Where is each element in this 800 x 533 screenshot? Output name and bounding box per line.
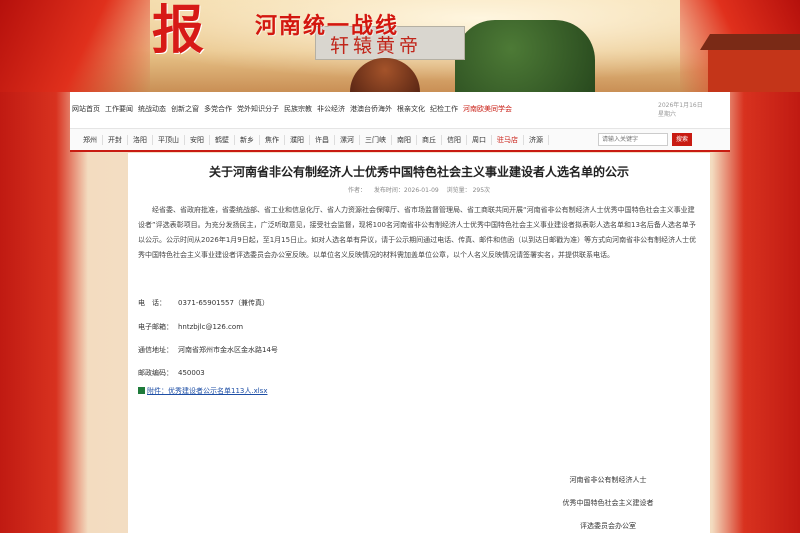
site-banner: 轩辕黄帝 报 河南统一战线	[0, 0, 800, 92]
address-value: 河南省郑州市金水区金水路14号	[178, 346, 278, 354]
date-text: 2026年1月16日	[658, 102, 703, 109]
signature-line: 河南省非公有制经济人士	[569, 476, 647, 484]
main-nav-links: 网站首页 工作要闻 统战动态 创新之窗 多党合作 党外知识分子 民族宗教 非公经…	[72, 104, 512, 114]
zip-value: 450003	[178, 369, 205, 377]
city-link[interactable]: 新乡	[235, 135, 260, 145]
article-panel: 关于河南省非公有制经济人士优秀中国特色社会主义事业建设者人选名单的公示 作者： …	[128, 153, 710, 533]
nav-link[interactable]: 民族宗教	[284, 104, 312, 114]
contact-phone: 电 话： 0371-65901557（兼传真）	[138, 298, 269, 308]
signature-line: 优秀中国特色社会主义建设者	[562, 499, 654, 507]
phone-value: 0371-65901557（兼传真）	[178, 299, 269, 307]
date-display: 2026年1月16日 星期六	[658, 101, 703, 119]
attachment-text: 附件：优秀建设者公示名单113人.xlsx	[147, 387, 268, 395]
city-link[interactable]: 三门峡	[360, 135, 392, 145]
contact-address: 通信地址： 河南省郑州市金水区金水路14号	[138, 345, 278, 355]
city-link[interactable]: 平顶山	[153, 135, 185, 145]
article-date: 发布时间：2026-01-09	[373, 187, 439, 194]
city-nav: 郑州 开封 洛阳 平顶山 安阳 鹤壁 新乡 焦作 濮阳 许昌 漯河 三门峡 南阳…	[70, 129, 730, 152]
palace-hall	[708, 50, 800, 92]
contact-zip: 邮政编码： 450003	[138, 368, 205, 378]
city-link[interactable]: 安阳	[185, 135, 210, 145]
city-link[interactable]: 南阳	[392, 135, 417, 145]
red-flag-left	[0, 0, 150, 92]
city-link[interactable]: 鹤壁	[210, 135, 235, 145]
article-title: 关于河南省非公有制经济人士优秀中国特色社会主义事业建设者人选名单的公示	[208, 165, 629, 179]
signature-line: 评选委员会办公室	[580, 522, 636, 530]
email-label: 电子邮箱：	[138, 323, 173, 331]
banner-big-char: 报	[152, 0, 205, 61]
nav-link[interactable]: 根亲文化	[397, 104, 425, 114]
nav-link[interactable]: 党外知识分子	[237, 104, 279, 114]
city-links: 郑州 开封 洛阳 平顶山 安阳 鹤壁 新乡 焦作 濮阳 许昌 漯河 三门峡 南阳…	[78, 135, 549, 145]
nav-link[interactable]: 多党合作	[204, 104, 232, 114]
article-meta: 作者： 发布时间：2026-01-09 浏览量： 295次	[128, 185, 710, 194]
nav-link[interactable]: 统战动态	[138, 104, 166, 114]
attachment-link[interactable]: 附件：优秀建设者公示名单113人.xlsx	[138, 386, 267, 396]
city-link[interactable]: 漯河	[335, 135, 360, 145]
article-paragraph: 经省委、省政府批准，省委统战部、省工业和信息化厅、省人力资源社会保障厅、省市场监…	[138, 206, 697, 259]
search-input[interactable]	[598, 133, 668, 146]
article-views: 浏览量： 295次	[446, 187, 491, 194]
city-link[interactable]: 济源	[524, 135, 549, 145]
contact-email: 电子邮箱： hntzbjlc@126.com	[138, 322, 243, 332]
email-value: hntzbjlc@126.com	[178, 323, 244, 331]
nav-link[interactable]: 工作要闻	[105, 104, 133, 114]
city-link[interactable]: 驻马店	[492, 135, 524, 145]
city-link[interactable]: 洛阳	[128, 135, 153, 145]
city-link[interactable]: 郑州	[78, 135, 103, 145]
nav-link[interactable]: 纪检工作	[430, 104, 458, 114]
city-link[interactable]: 濮阳	[285, 135, 310, 145]
nav-link[interactable]: 创新之窗	[171, 104, 199, 114]
city-link[interactable]: 商丘	[417, 135, 442, 145]
nav-link[interactable]: 港澳台侨海外	[350, 104, 392, 114]
excel-file-icon	[138, 387, 145, 394]
city-link[interactable]: 周口	[467, 135, 492, 145]
banner-trees	[455, 20, 595, 92]
city-link[interactable]: 许昌	[310, 135, 335, 145]
palace-roof	[700, 34, 800, 50]
zip-label: 邮政编码：	[138, 369, 173, 377]
city-link[interactable]: 焦作	[260, 135, 285, 145]
site-name[interactable]: 河南统一战线	[255, 8, 399, 40]
search-button[interactable]: 搜索	[672, 133, 692, 146]
nav-link[interactable]: 河南欧美同学会	[463, 104, 512, 114]
main-nav: 网站首页 工作要闻 统战动态 创新之窗 多党合作 党外知识分子 民族宗教 非公经…	[70, 92, 730, 129]
weekday-text: 星期六	[658, 111, 677, 118]
phone-label: 电 话：	[138, 299, 166, 307]
article-author: 作者：	[347, 187, 366, 194]
nav-link[interactable]: 网站首页	[72, 104, 100, 114]
city-link[interactable]: 开封	[103, 135, 128, 145]
nav-link[interactable]: 非公经济	[317, 104, 345, 114]
address-label: 通信地址：	[138, 346, 173, 354]
city-link[interactable]: 信阳	[442, 135, 467, 145]
